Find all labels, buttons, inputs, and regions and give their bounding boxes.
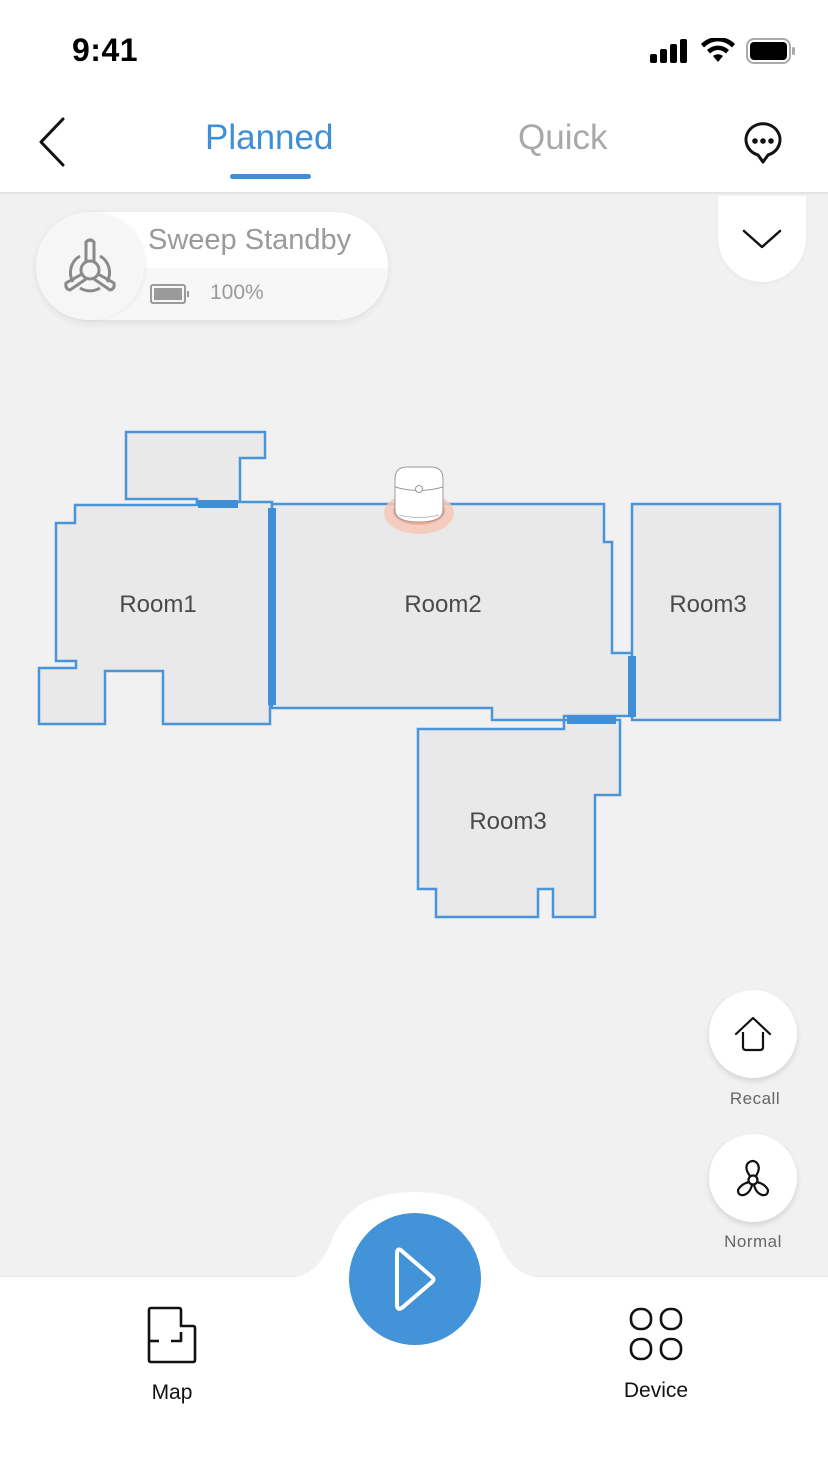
start-cleaning-button[interactable]: [349, 1213, 481, 1345]
room-3-right-area[interactable]: [630, 502, 782, 722]
grid-icon: [629, 1307, 683, 1361]
battery-icon: [746, 38, 795, 64]
active-tab-indicator: [230, 174, 311, 179]
device-status-card[interactable]: Sweep Standby 100%: [36, 212, 388, 320]
play-icon: [395, 1247, 436, 1311]
status-time: 9:41: [72, 32, 139, 68]
bottom-nav-map[interactable]: Map: [112, 1306, 232, 1405]
room-2-area[interactable]: [270, 502, 634, 722]
bottom-nav-device-label: Device: [623, 1379, 689, 1402]
back-button[interactable]: [30, 114, 74, 170]
suction-mode-label: Normal: [724, 1232, 782, 1251]
status-bar: 9:41: [0, 0, 828, 100]
home-icon: [734, 1016, 772, 1052]
nav-bar: Planned Quick: [0, 100, 828, 194]
room-small-top: [124, 430, 267, 506]
recall-label: Recall: [729, 1089, 781, 1108]
battery-percent: 100%: [210, 281, 264, 304]
chevron-down-icon: [742, 229, 782, 249]
battery-level-icon: [150, 284, 189, 304]
bottom-nav-map-label: Map: [151, 1381, 193, 1404]
room-1-area[interactable]: [37, 500, 274, 726]
fan-icon: [736, 1159, 770, 1197]
device-status-title: Sweep Standby: [148, 224, 352, 256]
message-button[interactable]: [738, 118, 788, 168]
status-icons: [650, 38, 796, 64]
dropdown-button[interactable]: [718, 196, 806, 282]
recall-button[interactable]: [709, 990, 797, 1078]
bottom-nav-device[interactable]: Device: [596, 1306, 716, 1403]
cellular-signal-icon: [650, 39, 687, 63]
chevron-left-icon: [39, 117, 65, 167]
floor-plan-icon: [147, 1306, 197, 1364]
device-mode-icon-circle: [36, 212, 144, 320]
chat-bubble-icon: [744, 122, 782, 164]
fan-propeller-icon: [64, 238, 116, 293]
room-3-bottom-area[interactable]: [416, 718, 622, 919]
tab-planned[interactable]: Planned: [205, 118, 333, 158]
tab-quick[interactable]: Quick: [518, 118, 607, 158]
suction-mode-button[interactable]: [709, 1134, 797, 1222]
wifi-icon: [701, 38, 735, 62]
